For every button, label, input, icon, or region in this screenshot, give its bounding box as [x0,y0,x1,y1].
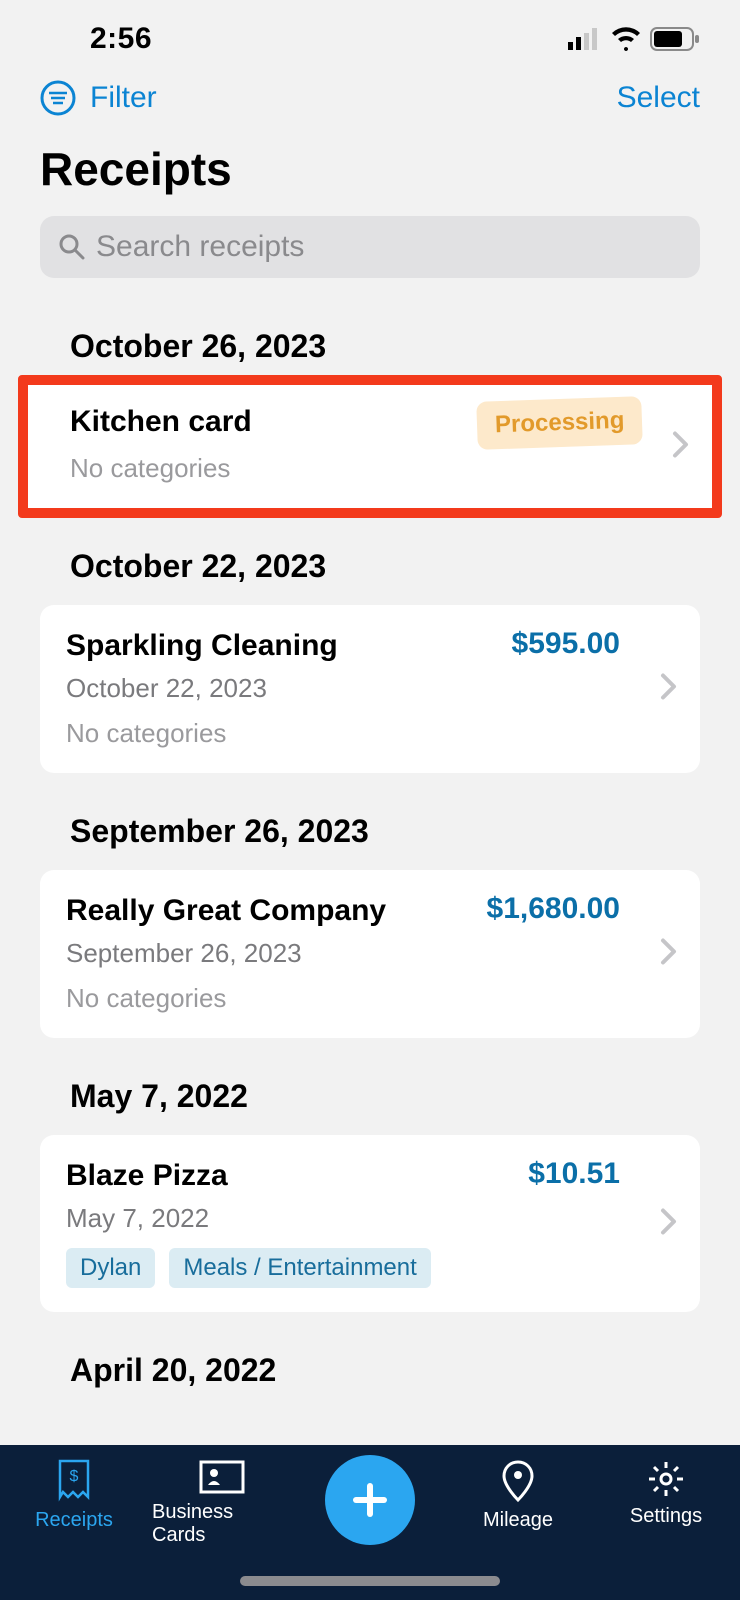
receipt-card[interactable]: Blaze Pizza $10.51 May 7, 2022 Dylan Mea… [40,1135,700,1312]
receipt-amount: $595.00 [512,627,620,661]
wifi-icon [610,27,642,51]
add-button[interactable] [325,1455,415,1545]
nav-receipts[interactable]: $ Receipts [4,1459,144,1532]
receipt-icon: $ [54,1459,94,1503]
receipt-nocategories: No categories [66,718,674,749]
location-icon [500,1459,536,1503]
receipt-nocategories: No categories [66,983,674,1014]
nav-label: Business Cards [152,1501,292,1547]
nav-mileage[interactable]: Mileage [448,1459,588,1532]
nav-business-cards[interactable]: Business Cards [152,1459,292,1547]
search-input[interactable]: Search receipts [40,216,700,278]
section-header: May 7, 2022 [0,1048,740,1125]
cellular-icon [568,28,602,50]
receipt-tag[interactable]: Meals / Entertainment [169,1248,430,1288]
status-time: 2:56 [90,22,152,56]
search-placeholder: Search receipts [96,230,304,264]
receipt-tags: Dylan Meals / Entertainment [66,1248,674,1288]
receipt-nocategories: No categories [70,453,678,484]
nav-settings[interactable]: Settings [596,1459,736,1528]
receipt-amount: $10.51 [528,1157,620,1191]
nav-label: Receipts [35,1509,113,1532]
receipt-subdate: October 22, 2023 [66,673,674,704]
status-bar: 2:56 [0,0,740,70]
receipt-card[interactable]: Sparkling Cleaning $595.00 October 22, 2… [40,605,700,773]
section-header: October 22, 2023 [0,518,740,595]
nav-label: Mileage [483,1509,553,1532]
business-card-icon [198,1459,246,1495]
page-title: Receipts [0,136,740,216]
svg-text:$: $ [70,1468,79,1485]
filter-button[interactable]: Filter [40,80,157,116]
section-header: September 26, 2023 [0,783,740,860]
nav-add[interactable] [300,1459,440,1545]
search-icon [58,233,86,261]
battery-icon [650,27,700,51]
top-bar: Filter Select [0,70,740,136]
receipt-subdate: September 26, 2023 [66,938,674,969]
nav-label: Settings [630,1505,702,1528]
receipt-subdate: May 7, 2022 [66,1203,674,1234]
receipt-tag[interactable]: Dylan [66,1248,155,1288]
section-header: October 26, 2023 [0,308,740,375]
receipt-amount: $1,680.00 [487,892,620,926]
plus-icon [348,1478,392,1522]
section-header: April 20, 2022 [0,1322,740,1399]
gear-icon [646,1459,686,1499]
chevron-right-icon [660,1207,678,1240]
home-indicator[interactable] [240,1576,500,1586]
receipt-card[interactable]: Really Great Company $1,680.00 September… [40,870,700,1038]
chevron-right-icon [660,673,678,706]
filter-label: Filter [90,81,157,115]
chevron-right-icon [672,430,690,463]
receipt-card[interactable]: Kitchen card Processing No categories [18,375,722,518]
filter-icon [40,80,76,116]
status-icons [568,27,700,51]
select-button[interactable]: Select [617,81,700,115]
chevron-right-icon [660,938,678,971]
processing-badge: Processing [476,396,643,450]
